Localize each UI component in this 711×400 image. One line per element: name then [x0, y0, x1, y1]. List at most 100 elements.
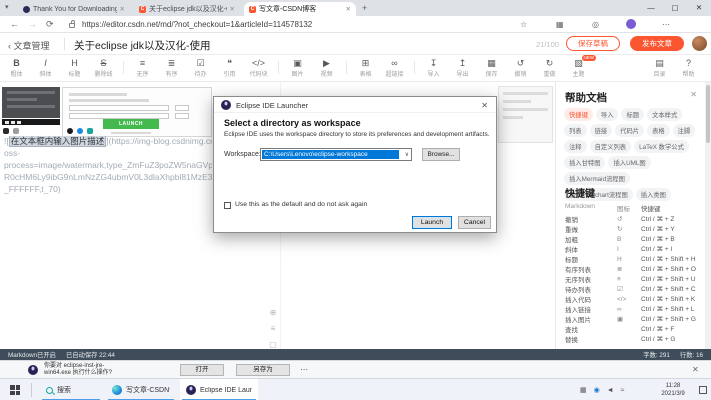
markdown-line[interactable]: process=image/watermark,type_ZmFuZ3poZW5…: [4, 160, 212, 171]
new-tab-button[interactable]: +: [362, 3, 367, 13]
launch-button[interactable]: Launch: [412, 216, 452, 229]
taskbar-clock[interactable]: 11:28 2021/3/9: [651, 382, 695, 398]
refresh-icon[interactable]: ⟳: [46, 19, 54, 30]
taskbar-eclipse-task[interactable]: Eclipse IDE Launc...: [180, 379, 258, 400]
forward-icon[interactable]: →: [28, 19, 37, 30]
tab-csdn-editor[interactable]: C 写文章-CSDN博客 ✕: [244, 2, 356, 16]
browser-menu-icon[interactable]: ⋯: [662, 20, 670, 29]
tab-close-icon[interactable]: ✕: [230, 5, 235, 13]
favorite-star-icon[interactable]: ☆: [520, 20, 527, 29]
help-topic-pill[interactable]: 注释: [564, 140, 587, 153]
tab-close-icon[interactable]: ✕: [346, 5, 351, 13]
save-draft-button[interactable]: 保存草稿: [566, 36, 620, 51]
lock-icon[interactable]: [69, 23, 75, 28]
toolbar-item[interactable]: ☑ 待办: [186, 55, 215, 81]
toolbar-item[interactable]: [409, 55, 419, 81]
window-minimize-button[interactable]: —: [639, 0, 663, 16]
toolbar-item[interactable]: ▧ 主题 NEW: [564, 55, 593, 81]
tray-volume-icon[interactable]: ◄: [607, 387, 614, 394]
back-to-articles-link[interactable]: ‹ 文章管理: [8, 39, 50, 52]
start-button[interactable]: [10, 385, 20, 395]
help-topic-pill[interactable]: 插入甘特图: [564, 156, 605, 169]
anchor-tool-icon[interactable]: ⊕: [267, 308, 279, 317]
workspace-combobox[interactable]: C:\Users\Lenovo\eclipse-workspace ∨: [260, 148, 412, 161]
toolbar-item[interactable]: B 粗体: [2, 55, 31, 81]
toolbar-item[interactable]: ↻ 重做: [535, 55, 564, 81]
action-center-icon[interactable]: [699, 386, 707, 394]
profile-icon[interactable]: ◎: [592, 20, 599, 29]
help-topic-pill[interactable]: 标题: [621, 108, 644, 121]
help-topic-pill[interactable]: 代码片: [615, 124, 644, 137]
help-topic-pill[interactable]: 插入Mermaid流程图: [564, 172, 630, 185]
toolbar-item[interactable]: [341, 55, 351, 81]
help-topic-pill[interactable]: 插入UML图: [608, 156, 650, 169]
browse-button[interactable]: Browse...: [422, 148, 460, 161]
help-topic-pill[interactable]: 快捷键: [564, 108, 593, 121]
collections-icon[interactable]: ▦: [556, 20, 564, 29]
tab-csdn-article[interactable]: C 关于eclipse jdk以及汉化-CSDN博客 ✕: [134, 2, 240, 16]
markdown-line[interactable]: _FFFFFF,t_70): [4, 184, 212, 195]
help-topic-pill[interactable]: 导入: [596, 108, 619, 121]
selected-image-alt-text[interactable]: 在文本框内输入图片描述: [9, 136, 107, 147]
toolbar-item[interactable]: </> 代码块: [244, 55, 273, 81]
toolbar-item[interactable]: ▦ 保存: [477, 55, 506, 81]
tab-eclipse-download[interactable]: Thank You for Downloading Ecli ✕: [18, 2, 130, 16]
help-topic-pill[interactable]: 表格: [647, 124, 670, 137]
help-topic-pill[interactable]: LaTeX 数学公式: [634, 140, 689, 153]
toolbar-item[interactable]: ▤ 目录: [645, 55, 674, 81]
download-open-button[interactable]: 打开: [180, 364, 224, 376]
toolbar-item[interactable]: ↺ 撤销: [506, 55, 535, 81]
markdown-line[interactable]: R0cHM6Ly9ibG9nLmNzZG4ubmV0L3dlaXhpbl81Mz…: [4, 172, 212, 183]
publish-button[interactable]: 发布文章: [630, 36, 684, 51]
download-save-as-button[interactable]: 另存为: [236, 364, 290, 376]
help-topic-pill[interactable]: 链接: [590, 124, 613, 137]
toolbar-item[interactable]: ⊞ 表格: [351, 55, 380, 81]
toolbar-item[interactable]: H 标题: [60, 55, 89, 81]
user-avatar[interactable]: [692, 36, 707, 51]
dialog-titlebar[interactable]: Eclipse IDE Launcher ✕: [214, 97, 496, 113]
help-topic-pill[interactable]: 列表: [564, 124, 587, 137]
article-title-input[interactable]: 关于eclipse jdk以及汉化-使用: [74, 38, 211, 53]
chevron-down-icon[interactable]: ∨: [405, 151, 409, 158]
help-topic-pill[interactable]: 注脚: [673, 124, 696, 137]
download-more-icon[interactable]: ⋯: [300, 365, 308, 374]
back-icon[interactable]: ←: [10, 19, 19, 30]
taskbar-edge-task[interactable]: 写文章-CSDN博客...: [106, 379, 176, 400]
toolbar-item[interactable]: ∞ 超链接: [380, 55, 409, 81]
window-maximize-button[interactable]: ▢: [663, 0, 687, 16]
default-workspace-checkbox[interactable]: [224, 202, 231, 209]
frame-tool-icon[interactable]: ▢: [267, 340, 279, 349]
toolbar-item[interactable]: ▶ 视频: [312, 55, 341, 81]
toolbar-item[interactable]: ? 帮助: [674, 55, 703, 81]
lines-tool-icon[interactable]: ≡: [267, 324, 279, 333]
dialog-close-icon[interactable]: ✕: [481, 101, 488, 110]
toolbar-item[interactable]: ▣ 图片: [283, 55, 312, 81]
toolbar-item[interactable]: [273, 55, 283, 81]
download-close-icon[interactable]: ✕: [692, 365, 699, 374]
scrollbar-thumb[interactable]: [706, 85, 710, 143]
help-topic-pill[interactable]: 文本样式: [647, 108, 682, 121]
taskbar-search-button[interactable]: 搜索: [40, 379, 102, 400]
help-topic-pill[interactable]: 自定义列表: [590, 140, 631, 153]
browser-avatar[interactable]: [626, 19, 636, 29]
help-topic-pill[interactable]: 插入类图: [636, 188, 671, 201]
help-close-icon[interactable]: ✕: [690, 90, 697, 99]
tray-photos-icon[interactable]: ▦: [580, 386, 587, 394]
window-close-button[interactable]: ✕: [687, 0, 711, 16]
toolbar-item[interactable]: I 斜体: [31, 55, 60, 81]
toolbar-item[interactable]: [118, 55, 128, 81]
markdown-line[interactable]: ![在文本框内输入图片描述](https://img-blog.csdnimg.…: [4, 136, 212, 147]
toolbar-item[interactable]: ↥ 导出: [448, 55, 477, 81]
tab-actions-icon[interactable]: ▾: [5, 4, 9, 12]
toolbar-item[interactable]: ↧ 导入: [419, 55, 448, 81]
cancel-button[interactable]: Cancel: [458, 216, 491, 229]
browser-scrollbar[interactable]: [705, 82, 711, 349]
tray-network-icon[interactable]: ≈: [621, 387, 625, 394]
url-text[interactable]: https://editor.csdn.net/md/?not_checkout…: [82, 20, 412, 29]
toolbar-item[interactable]: ≡ 无序: [128, 55, 157, 81]
tab-close-icon[interactable]: ✕: [120, 5, 125, 13]
markdown-line[interactable]: oss-: [4, 148, 212, 159]
tray-app-icon[interactable]: ◉: [594, 386, 600, 394]
toolbar-item[interactable]: S 删除线: [89, 55, 118, 81]
workspace-path-value[interactable]: C:\Users\Lenovo\eclipse-workspace: [262, 150, 399, 159]
